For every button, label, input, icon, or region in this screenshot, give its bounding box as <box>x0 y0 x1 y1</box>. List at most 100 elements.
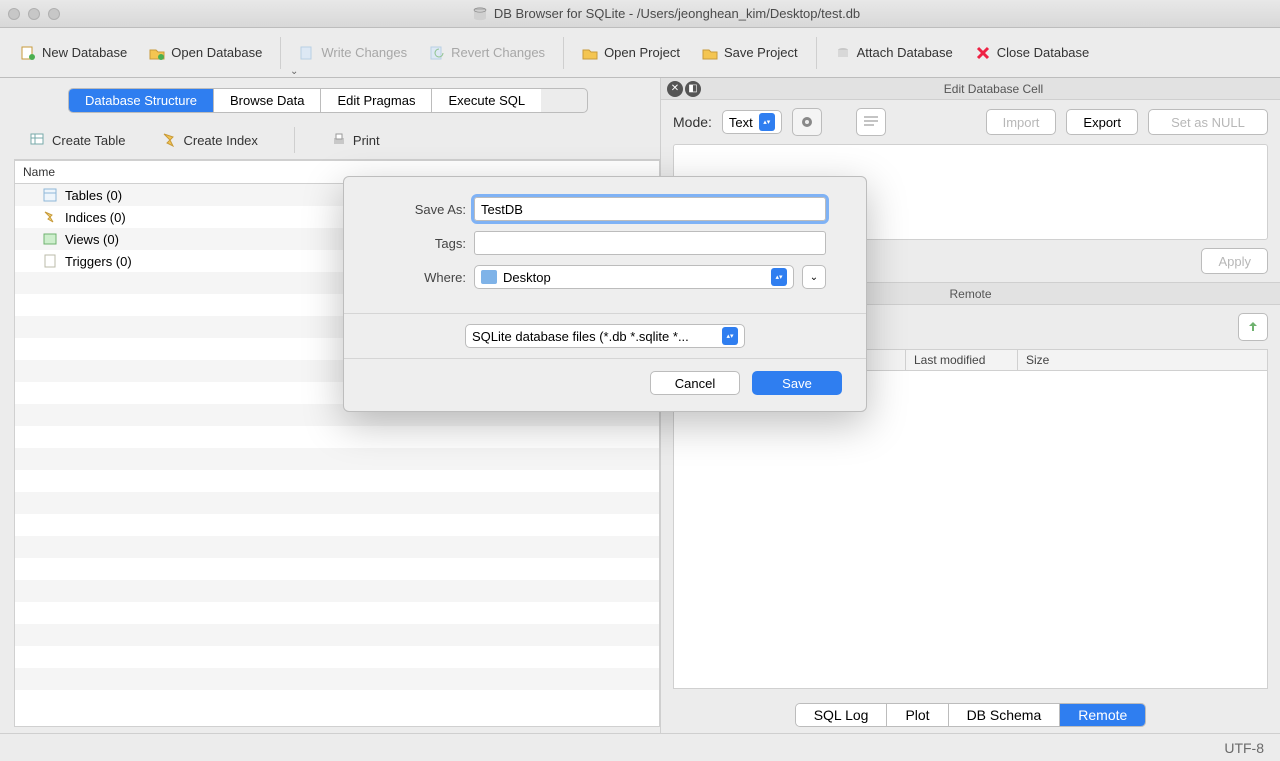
tags-label: Tags: <box>384 236 474 251</box>
tab-plot[interactable]: Plot <box>887 704 948 726</box>
tab-edit-pragmas[interactable]: Edit Pragmas <box>321 89 432 112</box>
close-database-icon <box>975 45 991 61</box>
save-button[interactable]: Save <box>752 371 842 395</box>
toolbar-separator <box>563 37 564 69</box>
edit-cell-panel-header: ✕ ◧ Edit Database Cell <box>661 78 1280 100</box>
upload-icon <box>1246 320 1260 334</box>
panel-detach-icon[interactable]: ◧ <box>685 81 701 97</box>
minimize-window-icon[interactable] <box>28 8 40 20</box>
create-table-button[interactable]: Create Table <box>22 128 133 152</box>
new-database-button[interactable]: New Database <box>12 41 135 65</box>
encoding-label: UTF-8 <box>1224 740 1264 756</box>
close-database-button[interactable]: Close Database <box>967 41 1098 65</box>
open-project-icon <box>582 45 598 61</box>
zoom-window-icon[interactable] <box>48 8 60 20</box>
chevron-down-icon[interactable]: ⌄ <box>290 66 298 77</box>
import-button: Import <box>986 109 1057 135</box>
open-database-button[interactable]: Open Database <box>141 41 270 65</box>
tree-empty-row <box>15 426 659 448</box>
revert-changes-button: Revert Changes <box>421 41 553 65</box>
col-last-modified[interactable]: Last modified <box>906 350 1018 370</box>
trigger-group-icon <box>43 254 57 268</box>
create-index-button[interactable]: Create Index <box>153 128 265 152</box>
structure-toolbar: Create Table Create Index Print <box>14 121 660 160</box>
col-size[interactable]: Size <box>1018 350 1267 370</box>
save-project-icon <box>702 45 718 61</box>
push-button[interactable] <box>1238 313 1268 341</box>
tree-empty-row <box>15 558 659 580</box>
attach-database-button[interactable]: Attach Database <box>827 41 961 65</box>
index-icon <box>161 132 177 148</box>
window-controls <box>8 8 60 20</box>
open-database-icon <box>149 45 165 61</box>
tree-empty-row <box>15 492 659 514</box>
window-title-text: DB Browser for SQLite - /Users/jeonghean… <box>494 6 860 21</box>
tags-input[interactable] <box>474 231 826 255</box>
set-null-button: Set as NULL <box>1148 109 1268 135</box>
toolbar-separator <box>816 37 817 69</box>
main-toolbar: New Database Open Database ⌄ Write Chang… <box>0 28 1280 78</box>
tree-empty-row <box>15 646 659 668</box>
toolbar-separator <box>280 37 281 69</box>
tree-empty-row <box>15 536 659 558</box>
tab-browse-data[interactable]: Browse Data <box>214 89 321 112</box>
tab-sql-log[interactable]: SQL Log <box>796 704 888 726</box>
select-arrows-icon: ▴▾ <box>722 327 738 345</box>
tab-db-schema[interactable]: DB Schema <box>949 704 1061 726</box>
tab-remote[interactable]: Remote <box>1060 704 1145 726</box>
tree-empty-row <box>15 470 659 492</box>
gear-icon <box>799 114 815 130</box>
export-button[interactable]: Export <box>1066 109 1138 135</box>
save-project-button[interactable]: Save Project <box>694 41 806 65</box>
select-arrows-icon: ▴▾ <box>771 268 787 286</box>
mode-label: Mode: <box>673 114 712 130</box>
titlebar: DB Browser for SQLite - /Users/jeonghean… <box>0 0 1280 28</box>
tree-empty-row <box>15 624 659 646</box>
panel-title: Edit Database Cell <box>707 82 1280 96</box>
select-arrows-icon: ▴▾ <box>759 113 775 131</box>
view-tabs: Database Structure Browse Data Edit Prag… <box>68 88 588 113</box>
save-as-label: Save As: <box>384 202 474 217</box>
tree-empty-row <box>15 580 659 602</box>
window-title: DB Browser for SQLite - /Users/jeonghean… <box>60 6 1272 22</box>
table-group-icon <box>43 188 57 202</box>
close-window-icon[interactable] <box>8 8 20 20</box>
write-changes-icon <box>299 45 315 61</box>
attach-database-icon <box>835 45 851 61</box>
remote-table-body <box>674 371 1267 688</box>
text-align-icon <box>864 116 878 128</box>
tab-execute-sql[interactable]: Execute SQL <box>432 89 541 112</box>
statusbar: UTF-8 <box>0 733 1280 761</box>
filetype-select[interactable]: SQLite database files (*.db *.sqlite *..… <box>465 324 745 348</box>
print-button[interactable]: Print <box>323 128 388 152</box>
tree-empty-row <box>15 690 659 712</box>
view-group-icon <box>43 232 57 246</box>
justify-button[interactable] <box>856 108 886 136</box>
cancel-button[interactable]: Cancel <box>650 371 740 395</box>
save-dialog: Save As: Tags: Where: Desktop ▴▾ ⌄ SQLit… <box>343 176 867 412</box>
print-icon <box>331 132 347 148</box>
database-icon <box>472 6 488 22</box>
toolbar-separator <box>294 127 295 153</box>
where-label: Where: <box>384 270 474 285</box>
new-database-icon <box>20 45 36 61</box>
apply-button: Apply <box>1201 248 1268 274</box>
where-select[interactable]: Desktop ▴▾ <box>474 265 794 289</box>
write-changes-button: Write Changes <box>291 41 415 65</box>
mode-settings-button[interactable] <box>792 108 822 136</box>
mode-select[interactable]: Text ▴▾ <box>722 110 782 134</box>
expand-browser-button[interactable]: ⌄ <box>802 265 826 289</box>
save-as-input[interactable] <box>474 197 826 221</box>
open-project-button[interactable]: Open Project <box>574 41 688 65</box>
tree-empty-row <box>15 602 659 624</box>
tree-empty-row <box>15 514 659 536</box>
index-group-icon <box>43 210 57 224</box>
revert-changes-icon <box>429 45 445 61</box>
tab-database-structure[interactable]: Database Structure <box>69 89 214 112</box>
tree-empty-row <box>15 668 659 690</box>
tree-empty-row <box>15 448 659 470</box>
bottom-tabs: SQL Log Plot DB Schema Remote <box>661 697 1280 733</box>
table-icon <box>30 132 46 148</box>
panel-close-icon[interactable]: ✕ <box>667 81 683 97</box>
folder-icon <box>481 270 497 284</box>
